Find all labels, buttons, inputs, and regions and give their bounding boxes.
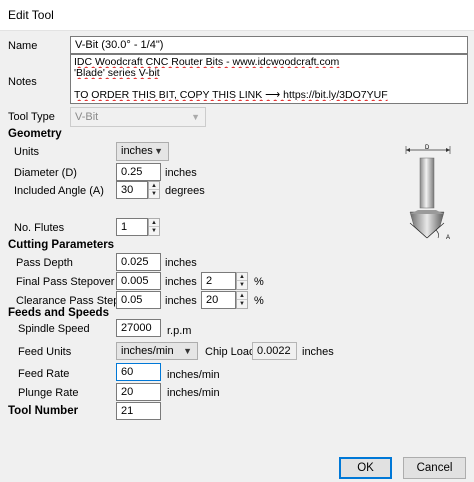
- chevron-down-icon: ▼: [183, 346, 192, 356]
- chip-load-field: 0.0022: [252, 342, 297, 360]
- final-stepover-label: Final Pass Stepover: [16, 276, 115, 288]
- diameter-field[interactable]: 0.25: [116, 163, 161, 181]
- spin-up-icon[interactable]: ▲: [237, 292, 247, 300]
- feed-units-value: inches/min: [121, 345, 174, 357]
- feed-rate-label: Feed Rate: [18, 368, 70, 380]
- pass-depth-field[interactable]: 0.025: [116, 253, 161, 271]
- diameter-label: Diameter (D): [14, 167, 77, 179]
- final-stepover-field[interactable]: 0.005: [116, 272, 161, 290]
- notes-line-1: IDC Woodcraft CNC Router Bits - www.idcw…: [74, 57, 340, 68]
- spindle-unit: r.p.m: [167, 325, 192, 337]
- plunge-rate-label: Plunge Rate: [18, 387, 79, 399]
- name-label: Name: [8, 40, 38, 52]
- notes-line-2: 'Blade' series V-bit: [74, 68, 160, 79]
- spindle-label: Spindle Speed: [18, 323, 90, 335]
- tool-number-field[interactable]: 21: [116, 402, 161, 420]
- tool-type-select: V-Bit ▼: [70, 107, 206, 127]
- spin-down-icon[interactable]: ▼: [237, 300, 247, 308]
- spin-up-icon[interactable]: ▲: [149, 182, 159, 190]
- cutting-heading: Cutting Parameters: [8, 239, 115, 251]
- feed-rate-field[interactable]: 60: [116, 363, 161, 381]
- feed-units-label: Feed Units: [18, 346, 72, 358]
- plunge-rate-unit: inches/min: [167, 387, 220, 399]
- chip-load-label: Chip Load: [205, 346, 256, 358]
- vbit-diagram-icon: D A: [405, 145, 451, 241]
- diagram-d-label: D: [425, 145, 430, 151]
- final-stepover-spinner[interactable]: ▲ ▼: [236, 272, 248, 290]
- ok-button[interactable]: OK: [339, 457, 392, 479]
- diameter-unit: inches: [165, 167, 197, 179]
- pass-depth-unit: inches: [165, 257, 197, 269]
- name-field[interactable]: V-Bit (30.0° - 1/4"): [70, 36, 468, 54]
- geometry-heading: Geometry: [8, 128, 62, 140]
- angle-label: Included Angle (A): [14, 185, 104, 197]
- angle-field[interactable]: 30: [116, 181, 148, 199]
- feeds-heading: Feeds and Speeds: [8, 307, 109, 319]
- clearance-stepover-percent-unit: %: [254, 295, 264, 307]
- notes-label: Notes: [8, 76, 37, 88]
- final-stepover-percent-unit: %: [254, 276, 264, 288]
- clearance-stepover-spinner[interactable]: ▲ ▼: [236, 291, 248, 309]
- tool-number-label: Tool Number: [8, 405, 79, 417]
- units-value: inches: [121, 145, 153, 157]
- cancel-button[interactable]: Cancel: [403, 457, 466, 479]
- spin-up-icon[interactable]: ▲: [149, 219, 159, 227]
- notes-line-4: TO ORDER THIS BIT, COPY THIS LINK ⟶ http…: [74, 90, 388, 101]
- clearance-stepover-percent-field[interactable]: 20: [201, 291, 236, 309]
- final-stepover-percent-field[interactable]: 2: [201, 272, 236, 290]
- spin-down-icon[interactable]: ▼: [149, 227, 159, 235]
- chevron-down-icon: ▼: [154, 146, 163, 156]
- angle-spinner[interactable]: ▲ ▼: [148, 181, 160, 199]
- tool-type-value: V-Bit: [75, 111, 99, 123]
- chip-load-unit: inches: [302, 346, 334, 358]
- clearance-stepover-field[interactable]: 0.05: [116, 291, 161, 309]
- spin-down-icon[interactable]: ▼: [237, 281, 247, 289]
- title-bar: Edit Tool: [0, 0, 474, 31]
- flutes-label: No. Flutes: [14, 222, 65, 234]
- chevron-down-icon: ▼: [191, 112, 200, 122]
- angle-unit: degrees: [165, 185, 205, 197]
- units-select[interactable]: inches ▼: [116, 142, 169, 161]
- clearance-stepover-unit: inches: [165, 295, 197, 307]
- notes-field[interactable]: IDC Woodcraft CNC Router Bits - www.idcw…: [70, 54, 468, 104]
- feed-units-select[interactable]: inches/min ▼: [116, 342, 198, 360]
- final-stepover-unit: inches: [165, 276, 197, 288]
- spin-down-icon[interactable]: ▼: [149, 190, 159, 198]
- spindle-field[interactable]: 27000: [116, 319, 161, 337]
- units-label: Units: [14, 146, 40, 158]
- flutes-field[interactable]: 1: [116, 218, 148, 236]
- plunge-rate-field[interactable]: 20: [116, 383, 161, 401]
- spin-up-icon[interactable]: ▲: [237, 273, 247, 281]
- diagram-a-label: A: [446, 235, 450, 241]
- feed-rate-unit: inches/min: [167, 369, 220, 381]
- pass-depth-label: Pass Depth: [16, 257, 73, 269]
- tool-type-label: Tool Type: [8, 111, 55, 123]
- flutes-spinner[interactable]: ▲ ▼: [148, 218, 160, 236]
- notes-line-3: [74, 79, 464, 90]
- window-title: Edit Tool: [8, 8, 54, 22]
